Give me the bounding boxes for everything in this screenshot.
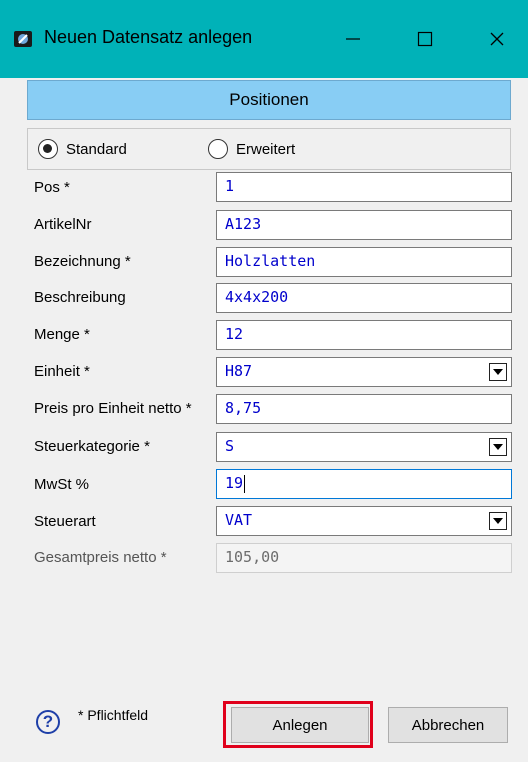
- pos-field[interactable]: 1: [216, 172, 512, 202]
- window-frame-right: [518, 78, 528, 762]
- einheit-value: H87: [225, 362, 253, 380]
- einheit-dropdown-button[interactable]: [489, 363, 507, 381]
- gesamtpreis-field: 105,00: [216, 543, 512, 573]
- beschreibung-value: 4x4x200: [225, 288, 289, 306]
- steuerart-label: Steuerart: [34, 513, 96, 530]
- radio-standard-label[interactable]: Standard: [66, 141, 127, 158]
- anlegen-button[interactable]: Anlegen: [231, 707, 369, 743]
- einheit-dropdown[interactable]: H87: [216, 357, 512, 387]
- pos-value: 1: [225, 177, 235, 195]
- chevron-down-icon: [493, 369, 503, 375]
- maximize-icon: [417, 31, 433, 47]
- steuerkategorie-label: Steuerkategorie *: [34, 438, 150, 455]
- einheit-label: Einheit *: [34, 363, 90, 380]
- preis-field[interactable]: 8,75: [216, 394, 512, 424]
- artikelnr-label: ArtikelNr: [34, 216, 92, 233]
- menge-value: 12: [225, 325, 244, 343]
- minimize-button[interactable]: [330, 22, 376, 56]
- mwst-label: MwSt %: [34, 476, 90, 493]
- bezeichnung-value: Holzlatten: [225, 252, 316, 270]
- window-title: Neuen Datensatz anlegen: [44, 27, 253, 47]
- radio-standard[interactable]: [38, 139, 58, 159]
- bezeichnung-field[interactable]: Holzlatten: [216, 247, 512, 277]
- close-button[interactable]: [474, 22, 520, 56]
- radio-erweitert-label[interactable]: Erweitert: [236, 141, 295, 158]
- maximize-button[interactable]: [402, 22, 448, 56]
- menge-field[interactable]: 12: [216, 320, 512, 350]
- bezeichnung-label: Bezeichnung *: [34, 253, 131, 270]
- radio-erweitert[interactable]: [208, 139, 228, 159]
- gesamtpreis-value: 105,00: [225, 548, 280, 566]
- preis-value: 8,75: [225, 399, 262, 417]
- mode-radio-group: Standard Erweitert: [27, 128, 511, 170]
- window-frame-left: [0, 78, 12, 762]
- steuerart-value: VAT: [225, 511, 253, 529]
- abbrechen-button[interactable]: Abbrechen: [388, 707, 508, 743]
- help-icon[interactable]: ?: [36, 710, 60, 734]
- beschreibung-label: Beschreibung: [34, 289, 126, 306]
- required-note: * Pflichtfeld: [78, 707, 149, 723]
- mwst-value: 19: [225, 474, 244, 492]
- app-icon: [12, 28, 34, 50]
- steuerkategorie-dropdown-button[interactable]: [489, 438, 507, 456]
- pos-label: Pos *: [34, 179, 70, 196]
- minimize-icon: [346, 38, 360, 40]
- steuerkategorie-value: S: [225, 437, 235, 455]
- artikelnr-value: A123: [225, 215, 262, 233]
- chevron-down-icon: [493, 518, 503, 524]
- close-icon: [490, 32, 504, 46]
- gesamtpreis-label: Gesamtpreis netto *: [34, 549, 167, 566]
- chevron-down-icon: [493, 444, 503, 450]
- steuerkategorie-dropdown[interactable]: S: [216, 432, 512, 462]
- steuerart-dropdown-button[interactable]: [489, 512, 507, 530]
- section-header-positionen: Positionen: [27, 80, 511, 120]
- beschreibung-field[interactable]: 4x4x200: [216, 283, 512, 313]
- title-bar[interactable]: Neuen Datensatz anlegen: [0, 0, 528, 78]
- text-cursor: [244, 474, 246, 493]
- menge-label: Menge *: [34, 326, 90, 343]
- artikelnr-field[interactable]: A123: [216, 210, 512, 240]
- steuerart-dropdown[interactable]: VAT: [216, 506, 512, 536]
- mwst-field[interactable]: 19: [216, 469, 512, 499]
- preis-label: Preis pro Einheit netto *: [34, 400, 192, 417]
